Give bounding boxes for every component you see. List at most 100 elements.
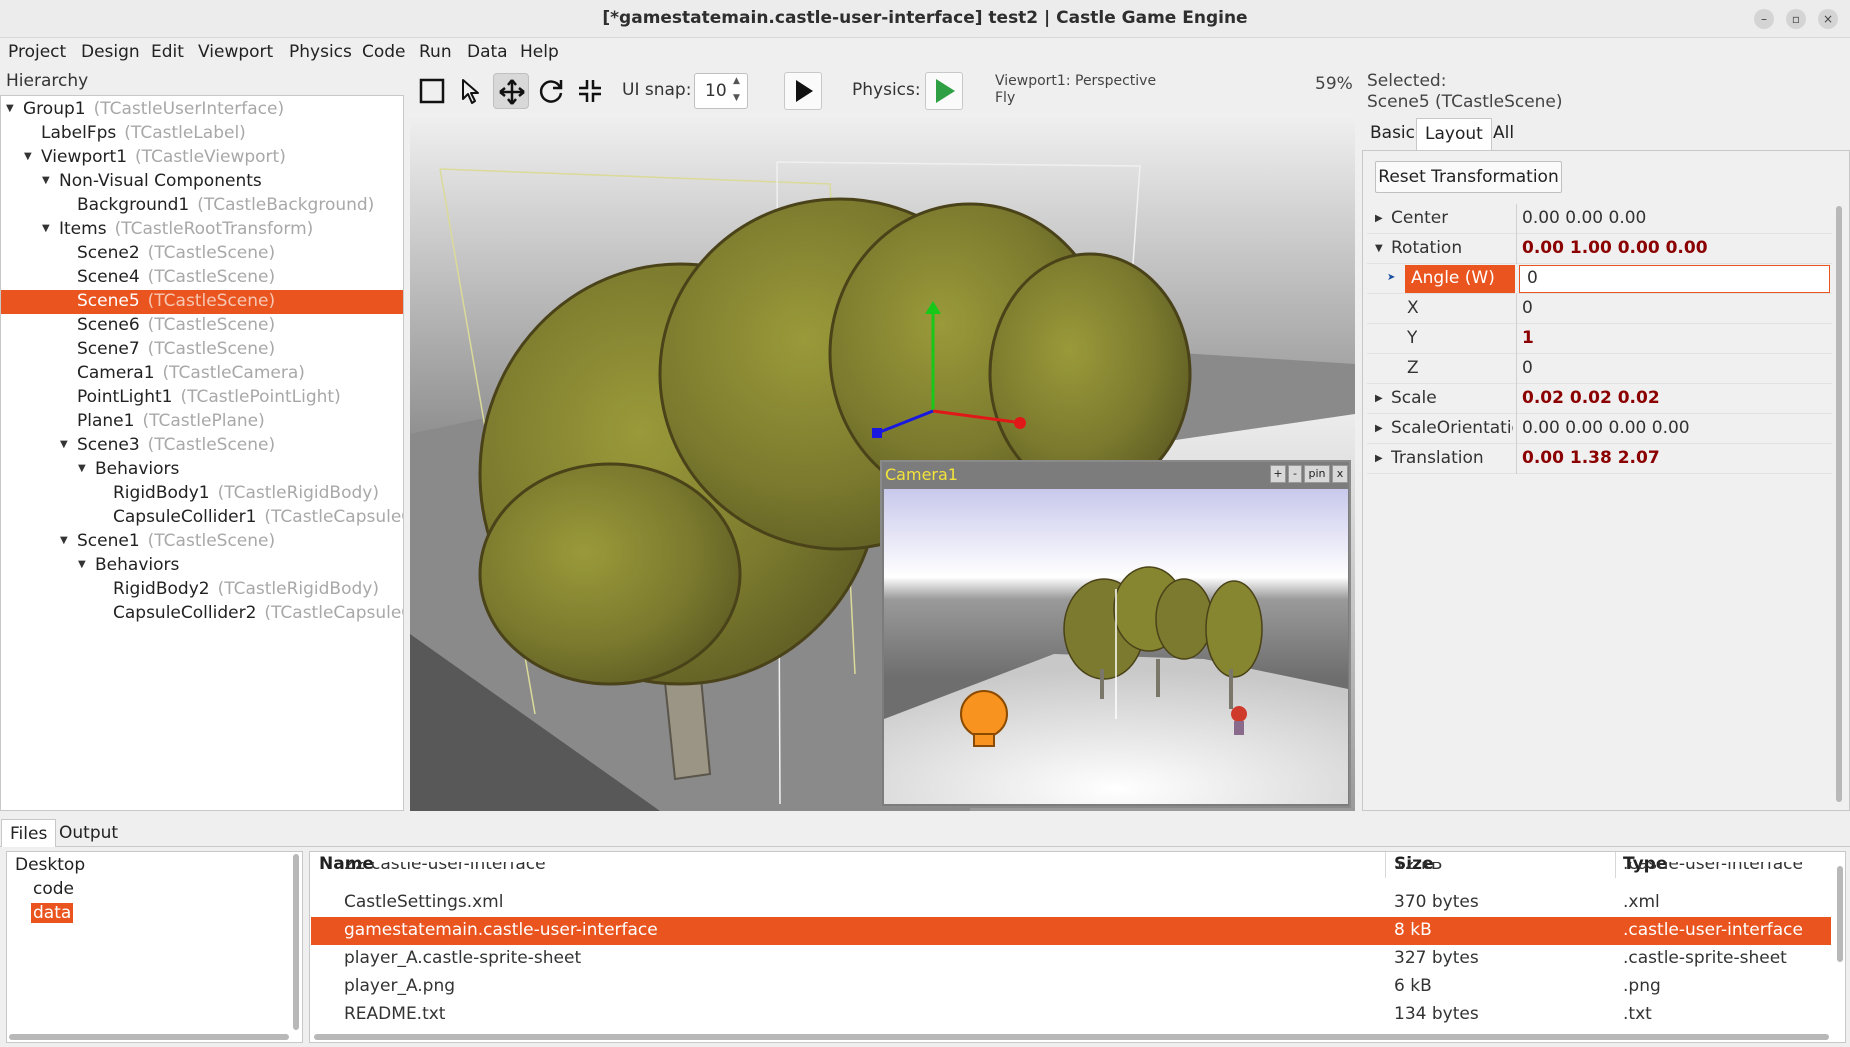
- file-row[interactable]: README.txt 134 bytes .txt: [311, 1001, 1831, 1029]
- prop-row-center[interactable]: ▶ Center 0.00 0.00 0.00: [1367, 204, 1832, 234]
- file-list[interactable]: Name Size Type 22.castle-user-interface …: [309, 851, 1846, 1043]
- collapsed-arrow-icon[interactable]: ▶: [1375, 423, 1383, 434]
- tree-item-capsulecollider2[interactable]: CapsuleCollider2(TCastleCapsuleCo: [1, 602, 403, 626]
- menu-physics[interactable]: Physics: [289, 42, 352, 62]
- tree-item-camera1[interactable]: Camera1 (TCastleCamera): [1, 362, 403, 386]
- tree-item-pointlight1[interactable]: PointLight1 (TCastlePointLight): [1, 386, 403, 410]
- minimize-icon[interactable]: –: [1754, 9, 1774, 29]
- tree-item-scene1[interactable]: ▼ Scene1 (TCastleScene): [1, 530, 403, 554]
- camera-pin-button[interactable]: pin: [1304, 465, 1330, 483]
- tree-item-scene7[interactable]: Scene7 (TCastleScene): [1, 338, 403, 362]
- tab-all[interactable]: All: [1485, 118, 1522, 150]
- spin-down-icon[interactable]: ▼: [733, 93, 740, 103]
- tree-item-background1[interactable]: Background1 (TCastleBackground): [1, 194, 403, 218]
- menu-viewport[interactable]: Viewport: [198, 42, 273, 62]
- file-scrollbar-h[interactable]: [314, 1034, 1829, 1040]
- tree-item-group1[interactable]: ▼ Group1 (TCastleUserInterface): [1, 98, 403, 122]
- tree-item-labelfps[interactable]: LabelFps (TCastleLabel): [1, 122, 403, 146]
- properties-scrollbar[interactable]: [1836, 206, 1842, 802]
- menu-help[interactable]: Help: [520, 42, 559, 62]
- camera-zoom-in-button[interactable]: +: [1270, 465, 1286, 483]
- reset-transformation-button[interactable]: Reset Transformation: [1375, 161, 1562, 193]
- prop-row-y[interactable]: Y 1: [1367, 324, 1832, 354]
- menu-run[interactable]: Run: [419, 42, 452, 62]
- menu-design[interactable]: Design: [81, 42, 140, 62]
- camera-zoom-out-button[interactable]: -: [1288, 465, 1302, 483]
- tree-item-capsulecollider1[interactable]: CapsuleCollider1(TCastleCapsuleCo: [1, 506, 403, 530]
- editor-toolbar: UI snap: 10 ▲ ▼ Physics: Viewport1: Pers…: [410, 70, 1360, 114]
- select-mode-icon[interactable]: [414, 73, 450, 109]
- file-row[interactable]: player_A.castle-sprite-sheet 327 bytes .…: [311, 945, 1831, 973]
- menu-code[interactable]: Code: [362, 42, 406, 62]
- angle-input[interactable]: [1519, 265, 1830, 293]
- expanded-arrow-icon[interactable]: ▼: [60, 439, 68, 450]
- file-row-selected[interactable]: gamestatemain.castle-user-interface 8 kB…: [311, 917, 1831, 945]
- spin-up-icon[interactable]: ▲: [733, 76, 740, 86]
- tree-item-behaviors-2[interactable]: ▼ Behaviors: [1, 554, 403, 578]
- tree-item-rigidbody1[interactable]: RigidBody1 (TCastleRigidBody): [1, 482, 403, 506]
- translate-mode-icon[interactable]: [493, 73, 529, 109]
- expanded-arrow-icon[interactable]: ▼: [6, 103, 14, 114]
- tab-files[interactable]: Files: [1, 819, 57, 847]
- maximize-icon[interactable]: ▫: [1786, 9, 1806, 29]
- expanded-arrow-icon[interactable]: ▼: [42, 223, 50, 234]
- expanded-arrow-icon[interactable]: ▼: [78, 463, 86, 474]
- prop-row-angle[interactable]: ➤ Angle (W) 0: [1367, 264, 1832, 294]
- prop-row-translation[interactable]: ▶ Translation 0.00 1.38 2.07: [1367, 444, 1832, 474]
- prop-row-z[interactable]: Z 0: [1367, 354, 1832, 384]
- tree-item-items[interactable]: ▼ Items (TCastleRootTransform): [1, 218, 403, 242]
- ui-snap-spinbox[interactable]: 10 ▲ ▼: [694, 73, 748, 109]
- scale-mode-icon[interactable]: [572, 73, 608, 109]
- zoom-level: 59%: [1315, 74, 1353, 94]
- camera-preview-view: [884, 489, 1348, 804]
- collapsed-arrow-icon[interactable]: ▶: [1375, 393, 1383, 404]
- tab-output[interactable]: Output: [51, 819, 126, 847]
- camera-preview-window[interactable]: Camera1 + - pin x: [880, 460, 1351, 808]
- tree-item-scene4[interactable]: Scene4 (TCastleScene): [1, 266, 403, 290]
- prop-row-x[interactable]: X 0: [1367, 294, 1832, 324]
- folder-tree[interactable]: Desktop code data: [6, 851, 303, 1043]
- expanded-arrow-icon[interactable]: ▼: [78, 559, 86, 570]
- camera-close-button[interactable]: x: [1332, 465, 1348, 483]
- folder-scrollbar-h[interactable]: [9, 1034, 289, 1040]
- tab-basic[interactable]: Basic: [1362, 118, 1423, 150]
- file-row[interactable]: 22.castle-user-interface 12 kB .castle-u…: [311, 862, 1831, 880]
- physics-play-button[interactable]: [925, 72, 963, 110]
- tree-item-scene3[interactable]: ▼ Scene3 (TCastleScene): [1, 434, 403, 458]
- hierarchy-label: Hierarchy: [6, 71, 89, 91]
- tab-layout[interactable]: Layout: [1416, 118, 1492, 150]
- prop-row-scale[interactable]: ▶ Scale 0.02 0.02 0.02: [1367, 384, 1832, 414]
- tree-item-viewport1[interactable]: ▼ Viewport1 (TCastleViewport): [1, 146, 403, 170]
- tree-item-scene2[interactable]: Scene2 (TCastleScene): [1, 242, 403, 266]
- run-button[interactable]: [784, 72, 822, 110]
- prop-row-scaleorientation[interactable]: ▶ ScaleOrientation 0.00 0.00 0.00 0.00: [1367, 414, 1832, 444]
- interact-mode-icon[interactable]: [454, 73, 490, 109]
- hierarchy-tree[interactable]: ▼ Group1 (TCastleUserInterface) LabelFps(…: [0, 95, 404, 811]
- folder-code[interactable]: code: [31, 879, 76, 899]
- folder-desktop[interactable]: Desktop: [13, 855, 87, 875]
- expanded-arrow-icon[interactable]: ▼: [60, 535, 68, 546]
- expanded-arrow-icon[interactable]: ▼: [24, 151, 32, 162]
- menu-edit[interactable]: Edit: [151, 42, 184, 62]
- folder-scrollbar-v[interactable]: [293, 854, 299, 1030]
- prop-row-rotation[interactable]: ▼ Rotation 0.00 1.00 0.00 0.00: [1367, 234, 1832, 264]
- expanded-arrow-icon[interactable]: ▼: [42, 175, 50, 186]
- tree-item-plane1[interactable]: Plane1 (TCastlePlane): [1, 410, 403, 434]
- folder-data[interactable]: data: [31, 903, 74, 923]
- file-row[interactable]: CastleSettings.xml 370 bytes .xml: [311, 889, 1831, 917]
- menu-data[interactable]: Data: [467, 42, 508, 62]
- tree-item-scene5[interactable]: Scene5 (TCastleScene): [1, 290, 403, 314]
- close-icon[interactable]: ×: [1818, 9, 1838, 29]
- ui-snap-value[interactable]: 10: [705, 81, 727, 101]
- tree-item-non-visual-components[interactable]: ▼ Non-Visual Components: [1, 170, 403, 194]
- rotate-mode-icon[interactable]: [533, 73, 569, 109]
- menu-project[interactable]: Project: [8, 42, 66, 62]
- collapsed-arrow-icon[interactable]: ▶: [1375, 453, 1383, 464]
- tree-item-scene6[interactable]: Scene6 (TCastleScene): [1, 314, 403, 338]
- file-scrollbar-v[interactable]: [1837, 866, 1843, 962]
- tree-item-behaviors[interactable]: ▼ Behaviors: [1, 458, 403, 482]
- expanded-arrow-icon[interactable]: ▼: [1375, 243, 1383, 254]
- tree-item-rigidbody2[interactable]: RigidBody2 (TCastleRigidBody): [1, 578, 403, 602]
- collapsed-arrow-icon[interactable]: ▶: [1375, 213, 1383, 224]
- file-row[interactable]: player_A.png 6 kB .png: [311, 973, 1831, 1001]
